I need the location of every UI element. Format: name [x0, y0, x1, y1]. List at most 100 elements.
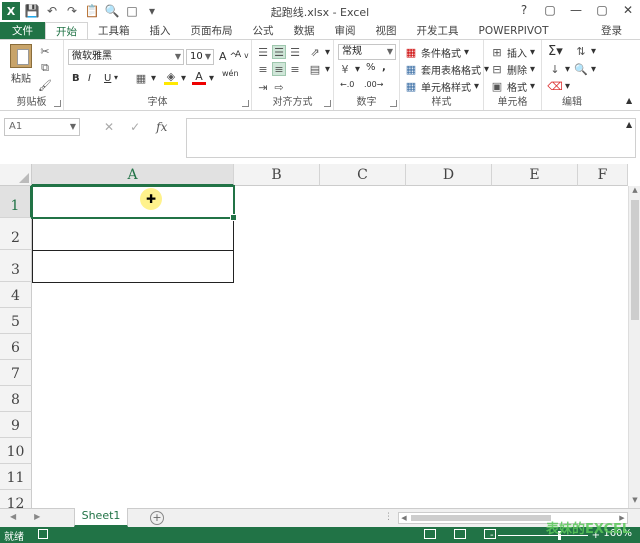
paste-button[interactable]: 粘贴: [6, 44, 36, 90]
name-box[interactable]: A1 ▼: [4, 118, 80, 136]
align-bottom-icon[interactable]: ☰: [288, 45, 302, 59]
font-size-select[interactable]: 10 ▼: [186, 49, 214, 65]
vertical-scrollbar[interactable]: ▲ ▼: [628, 186, 640, 508]
clipboard-icon[interactable]: 📋: [84, 3, 100, 19]
macro-record-icon[interactable]: [38, 529, 48, 539]
select-all-button[interactable]: [0, 164, 32, 186]
tab-review[interactable]: 审阅: [325, 22, 366, 40]
row-header-12[interactable]: 12: [0, 490, 32, 508]
number-launcher-icon[interactable]: [390, 100, 397, 107]
cut-icon[interactable]: ✂: [38, 44, 52, 58]
column-header-c[interactable]: C: [320, 164, 406, 186]
underline-button[interactable]: U: [104, 73, 111, 84]
borders-icon[interactable]: ▦ ▾: [134, 71, 156, 85]
align-left-icon[interactable]: ≡: [256, 62, 270, 76]
align-middle-icon[interactable]: ☰: [272, 45, 286, 59]
expand-formula-icon[interactable]: ▲: [626, 120, 632, 129]
align-right-icon[interactable]: ≡: [288, 62, 302, 76]
page-layout-view-icon[interactable]: [454, 529, 466, 539]
help-icon[interactable]: ?: [516, 2, 532, 18]
format-as-table-button[interactable]: ▦ 套用表格格式 ▾: [404, 62, 489, 77]
alignment-launcher-icon[interactable]: [324, 100, 331, 107]
sheet-tab-sheet1[interactable]: Sheet1: [74, 508, 128, 527]
zoom-knob[interactable]: [557, 530, 561, 540]
tab-toolbox[interactable]: 工具箱: [88, 22, 140, 40]
shrink-font-button[interactable]: Av: [235, 50, 249, 60]
zoom-in-button[interactable]: +: [592, 530, 600, 541]
collapse-ribbon-icon[interactable]: ▲: [626, 96, 632, 105]
row-header-8[interactable]: 8: [0, 386, 32, 412]
column-header-d[interactable]: D: [406, 164, 492, 186]
bold-button[interactable]: B: [72, 73, 80, 84]
minimize-icon[interactable]: —: [568, 2, 584, 18]
prev-sheet-icon[interactable]: ◀: [10, 512, 16, 521]
next-sheet-icon[interactable]: ▶: [34, 512, 40, 521]
save-icon[interactable]: 💾: [24, 3, 40, 19]
row-header-9[interactable]: 9: [0, 412, 32, 438]
align-center-icon[interactable]: ≡: [272, 62, 286, 76]
horizontal-scrollbar[interactable]: ◀ ▶: [398, 512, 628, 524]
row-header-11[interactable]: 11: [0, 464, 32, 490]
accounting-icon[interactable]: ¥ ▾: [338, 62, 361, 76]
tab-developer[interactable]: 开发工具: [407, 22, 469, 40]
zoom-out-button[interactable]: -: [490, 530, 494, 541]
format-cells-button[interactable]: ▣ 格式 ▾: [490, 79, 535, 94]
find-select-icon[interactable]: 🔍 ▾: [574, 62, 596, 76]
zoom-track[interactable]: [497, 530, 588, 540]
fill-icon[interactable]: ↓ ▾: [548, 62, 570, 76]
clipboard-launcher-icon[interactable]: [54, 100, 61, 107]
tab-formulas[interactable]: 公式: [243, 22, 284, 40]
column-header-a[interactable]: A: [32, 164, 234, 186]
comma-button[interactable]: ,: [382, 62, 386, 73]
splitter-handle[interactable]: ⋮: [384, 512, 393, 522]
close-icon[interactable]: ✕: [620, 2, 636, 18]
percent-button[interactable]: %: [366, 62, 376, 73]
font-color-icon[interactable]: A ▾: [192, 70, 214, 85]
new-icon[interactable]: □: [124, 3, 140, 19]
conditional-format-button[interactable]: ▦ 条件格式 ▾: [404, 45, 469, 60]
tab-view[interactable]: 视图: [366, 22, 407, 40]
add-sheet-button[interactable]: +: [150, 511, 164, 525]
underline-dropdown-icon[interactable]: ▾: [114, 73, 118, 82]
column-header-b[interactable]: B: [234, 164, 320, 186]
column-header-e[interactable]: E: [492, 164, 578, 186]
tab-insert[interactable]: 插入: [140, 22, 181, 40]
wrap-text-icon[interactable]: ⇥: [256, 80, 270, 94]
cell-styles-button[interactable]: ▦ 单元格样式 ▾: [404, 79, 479, 94]
autosum-icon[interactable]: Σ▾: [548, 44, 563, 59]
insert-cells-button[interactable]: ⊞ 插入 ▾: [490, 45, 535, 60]
number-format-select[interactable]: 常规 ▼: [338, 44, 396, 60]
font-name-select[interactable]: 微软雅黑 ▼: [68, 49, 184, 65]
copy-icon[interactable]: ⧉: [38, 61, 52, 75]
merge-center-icon[interactable]: ▤ ▾: [308, 62, 330, 76]
scroll-left-icon[interactable]: ◀: [399, 513, 409, 523]
scroll-right-icon[interactable]: ▶: [617, 513, 627, 523]
vertical-scroll-thumb[interactable]: [631, 200, 639, 320]
tab-file[interactable]: 文件: [0, 22, 45, 40]
insert-function-button[interactable]: fx: [156, 120, 167, 134]
maximize-icon[interactable]: ▢: [594, 2, 610, 18]
tab-home[interactable]: 开始: [45, 22, 88, 40]
enter-icon[interactable]: ✓: [130, 120, 140, 134]
print-preview-icon[interactable]: 🔍: [104, 3, 120, 19]
tab-page-layout[interactable]: 页面布局: [181, 22, 243, 40]
zoom-slider[interactable]: - +: [490, 527, 600, 543]
orientation-icon[interactable]: ⇗ ▾: [308, 45, 330, 59]
format-painter-icon[interactable]: 🖌: [38, 78, 52, 92]
formula-input[interactable]: [186, 118, 636, 158]
row-header-1[interactable]: 1: [0, 186, 32, 218]
cell-a3[interactable]: [32, 250, 234, 283]
row-header-4[interactable]: 4: [0, 282, 32, 308]
italic-button[interactable]: I: [88, 73, 91, 84]
row-header-5[interactable]: 5: [0, 308, 32, 334]
row-header-2[interactable]: 2: [0, 218, 32, 250]
redo-icon[interactable]: ↷: [64, 3, 80, 19]
indent-icon[interactable]: ⇨: [272, 80, 286, 94]
fill-color-icon[interactable]: ◈ ▾: [164, 70, 186, 85]
row-header-7[interactable]: 7: [0, 360, 32, 386]
align-top-icon[interactable]: ☰: [256, 45, 270, 59]
scroll-up-icon[interactable]: ▲: [629, 186, 640, 198]
delete-cells-button[interactable]: ⊟ 删除 ▾: [490, 62, 535, 77]
cancel-icon[interactable]: ✕: [104, 120, 114, 134]
increase-decimal-icon[interactable]: ←.0: [340, 80, 354, 89]
